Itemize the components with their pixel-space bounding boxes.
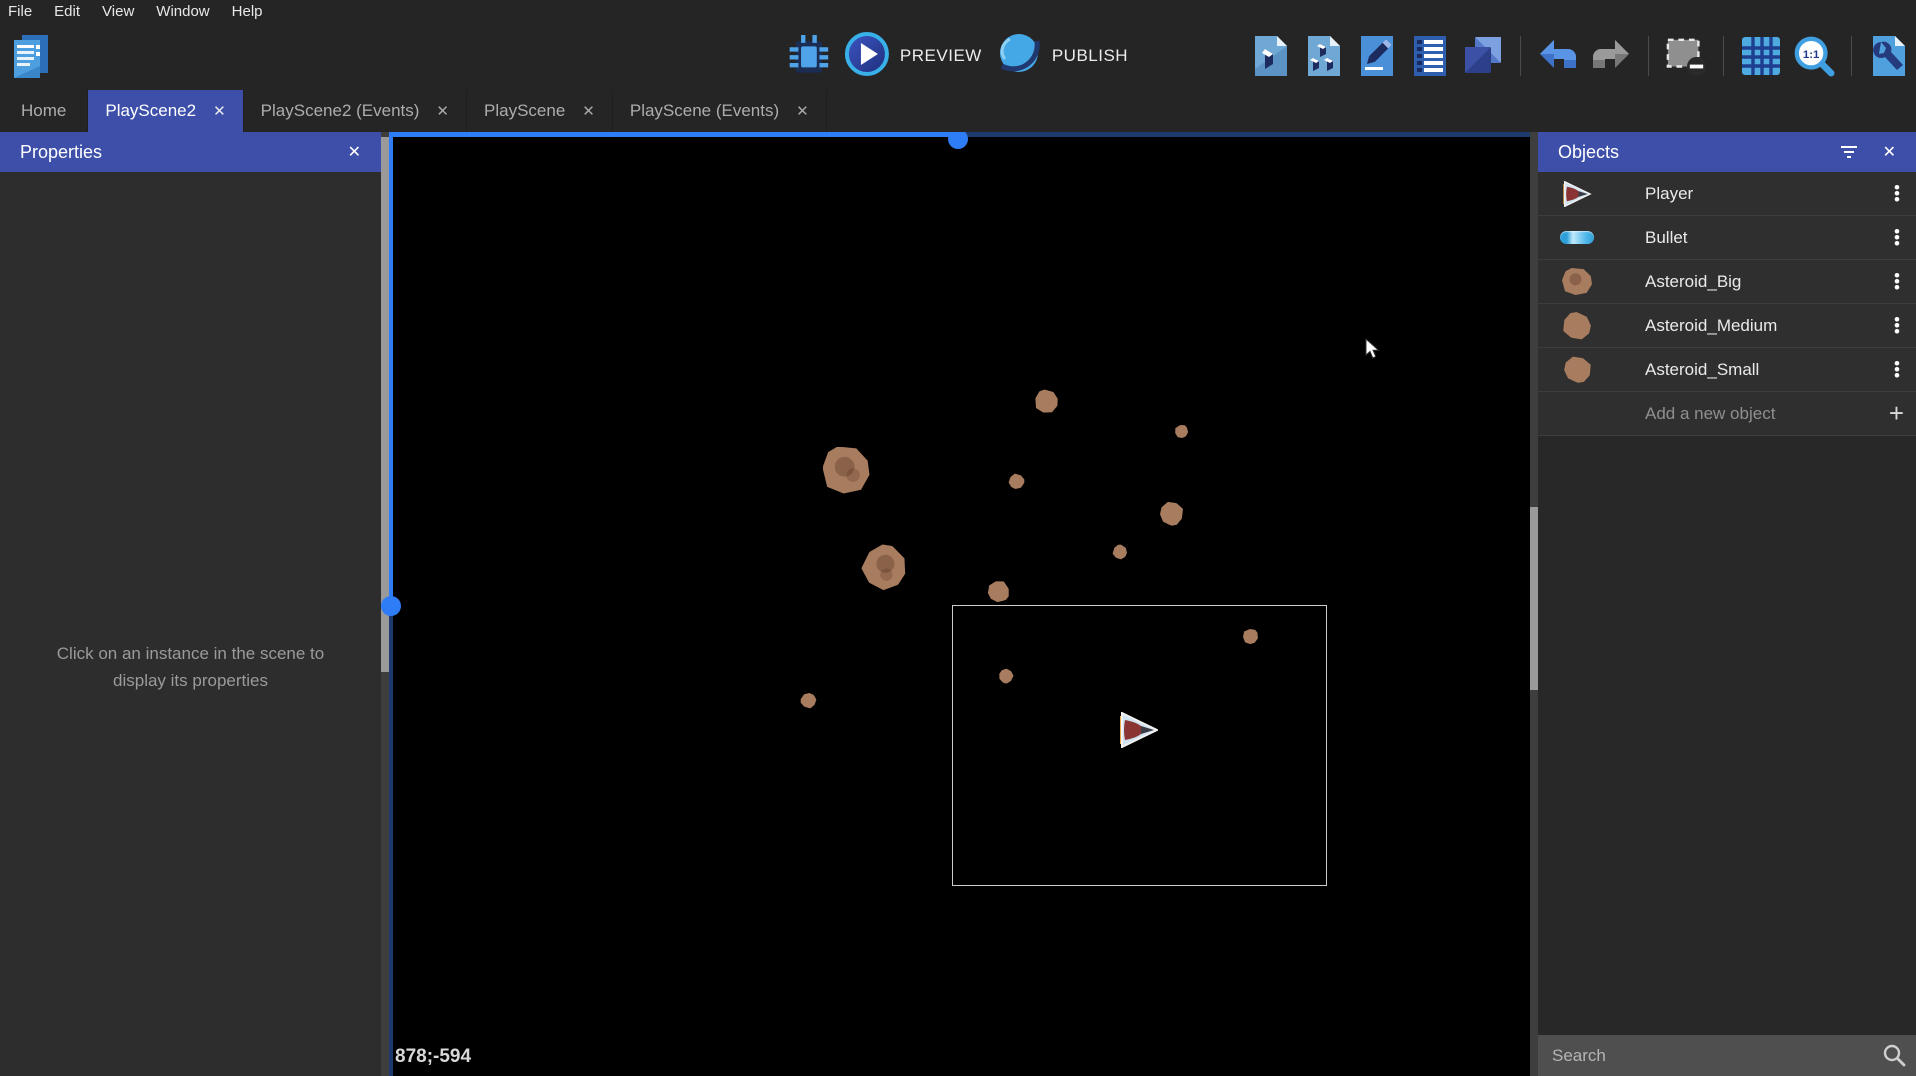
- asteroid-instance[interactable]: [854, 537, 915, 598]
- properties-panel: Properties ✕ Click on an instance in the…: [0, 132, 381, 1076]
- asteroid-instance[interactable]: [823, 447, 870, 494]
- preview-play-icon: [844, 31, 890, 82]
- properties-icon[interactable]: [1356, 33, 1398, 79]
- publish-globe-icon: [996, 31, 1042, 82]
- project-manager-icon[interactable]: [8, 31, 52, 81]
- cursor-coordinates: 878;-594: [395, 1046, 471, 1068]
- close-tab-icon[interactable]: ✕: [436, 102, 449, 120]
- object-row-asteroid-big[interactable]: Asteroid_Big •••: [1538, 260, 1916, 304]
- delete-selection-icon[interactable]: [1665, 33, 1707, 79]
- toolbar-separator: [1851, 36, 1852, 76]
- menu-file[interactable]: File: [8, 3, 43, 20]
- tab-bar: Home PlayScene2 ✕ PlayScene2 (Events) ✕ …: [0, 90, 1916, 132]
- tab-playscene-events[interactable]: PlayScene (Events) ✕: [613, 90, 827, 132]
- asteroid-instance[interactable]: [985, 578, 1012, 605]
- mouse-cursor: [1365, 338, 1381, 360]
- close-tab-icon[interactable]: ✕: [213, 102, 226, 120]
- asteroid-medium-thumbnail: [1560, 313, 1594, 339]
- close-panel-icon[interactable]: ✕: [348, 142, 361, 162]
- redo-icon[interactable]: [1590, 33, 1632, 79]
- debugger-icon[interactable]: [788, 33, 830, 79]
- toolbar-separator: [1648, 36, 1649, 76]
- object-menu-icon[interactable]: •••: [1894, 361, 1900, 379]
- instances-list-icon[interactable]: [1409, 33, 1451, 79]
- tab-playscene2[interactable]: PlayScene2 ✕: [88, 90, 243, 132]
- close-tab-icon[interactable]: ✕: [796, 102, 809, 120]
- scene-objects-icon[interactable]: [1250, 33, 1292, 79]
- grid-icon[interactable]: [1740, 33, 1782, 79]
- object-menu-icon[interactable]: •••: [1894, 317, 1900, 335]
- search-icon[interactable]: [1882, 1043, 1906, 1072]
- asteroid-instance[interactable]: [1006, 471, 1026, 491]
- tab-playscene2-events[interactable]: PlayScene2 (Events) ✕: [244, 90, 467, 132]
- toolbar-right: 1:1: [1250, 33, 1916, 79]
- asteroid-instance[interactable]: [798, 690, 818, 710]
- menu-edit[interactable]: Edit: [43, 3, 91, 20]
- plus-icon: +: [1889, 398, 1904, 429]
- object-menu-icon[interactable]: •••: [1894, 185, 1900, 203]
- zoom-original-icon[interactable]: 1:1: [1793, 33, 1835, 79]
- scene-settings-icon[interactable]: [1868, 33, 1910, 79]
- close-panel-icon[interactable]: ✕: [1883, 142, 1896, 162]
- menu-view[interactable]: View: [91, 3, 145, 20]
- objects-panel-title: Objects: [1558, 142, 1619, 163]
- toolbar: PREVIEW PUBLISH: [0, 22, 1916, 90]
- scrollbar-thumb[interactable]: [1530, 507, 1538, 690]
- canvas-right-scrollbar[interactable]: [1530, 132, 1538, 1076]
- publish-label: PUBLISH: [1052, 46, 1128, 66]
- svg-text:1:1: 1:1: [1803, 49, 1820, 61]
- asteroid-instance[interactable]: [1173, 423, 1190, 440]
- object-menu-icon[interactable]: •••: [1894, 273, 1900, 291]
- filter-icon[interactable]: [1841, 146, 1857, 158]
- undo-icon[interactable]: [1537, 33, 1579, 79]
- object-groups-icon[interactable]: [1303, 33, 1345, 79]
- properties-panel-title: Properties: [20, 142, 102, 163]
- properties-empty-message: Click on an instance in the scene to dis…: [0, 640, 381, 694]
- object-row-asteroid-small[interactable]: Asteroid_Small •••: [1538, 348, 1916, 392]
- object-row-asteroid-medium[interactable]: Asteroid_Medium •••: [1538, 304, 1916, 348]
- asteroid-big-thumbnail: [1560, 268, 1594, 295]
- publish-button[interactable]: PUBLISH: [996, 31, 1128, 82]
- close-tab-icon[interactable]: ✕: [582, 102, 595, 120]
- scene-canvas[interactable]: 878;-594: [381, 132, 1530, 1076]
- asteroid-instance[interactable]: [1156, 498, 1185, 527]
- objects-panel-filler: [1538, 436, 1916, 1035]
- objects-search-bar: [1538, 1035, 1916, 1076]
- tab-playscene[interactable]: PlayScene ✕: [467, 90, 613, 132]
- asteroid-instance[interactable]: [1110, 542, 1129, 561]
- object-row-bullet[interactable]: Bullet •••: [1538, 216, 1916, 260]
- objects-panel-header: Objects ✕: [1538, 132, 1916, 172]
- toolbar-separator: [1520, 36, 1521, 76]
- object-row-player[interactable]: Player •••: [1538, 172, 1916, 216]
- player-instance[interactable]: [1120, 712, 1158, 748]
- object-menu-icon[interactable]: •••: [1894, 229, 1900, 247]
- properties-panel-header: Properties ✕: [0, 132, 381, 172]
- toolbar-separator: [1723, 36, 1724, 76]
- toolbar-center: PREVIEW PUBLISH: [788, 31, 1128, 82]
- menu-bar: File Edit View Window Help: [0, 0, 1916, 22]
- preview-label: PREVIEW: [900, 46, 982, 66]
- bullet-thumbnail: [1560, 231, 1594, 244]
- preview-button[interactable]: PREVIEW: [844, 31, 982, 82]
- scene-instances: [381, 132, 1530, 1076]
- menu-help[interactable]: Help: [221, 3, 274, 20]
- menu-window[interactable]: Window: [145, 3, 220, 20]
- player-thumbnail: [1560, 181, 1594, 207]
- asteroid-instance[interactable]: [1033, 388, 1060, 415]
- asteroid-small-thumbnail: [1560, 357, 1594, 382]
- objects-panel: Objects ✕ Player ••• Bullet •••: [1538, 132, 1916, 1076]
- tab-home[interactable]: Home: [0, 90, 88, 132]
- add-object-button[interactable]: Add a new object +: [1538, 392, 1916, 436]
- search-input[interactable]: [1538, 1035, 1916, 1076]
- layers-icon[interactable]: [1462, 33, 1504, 79]
